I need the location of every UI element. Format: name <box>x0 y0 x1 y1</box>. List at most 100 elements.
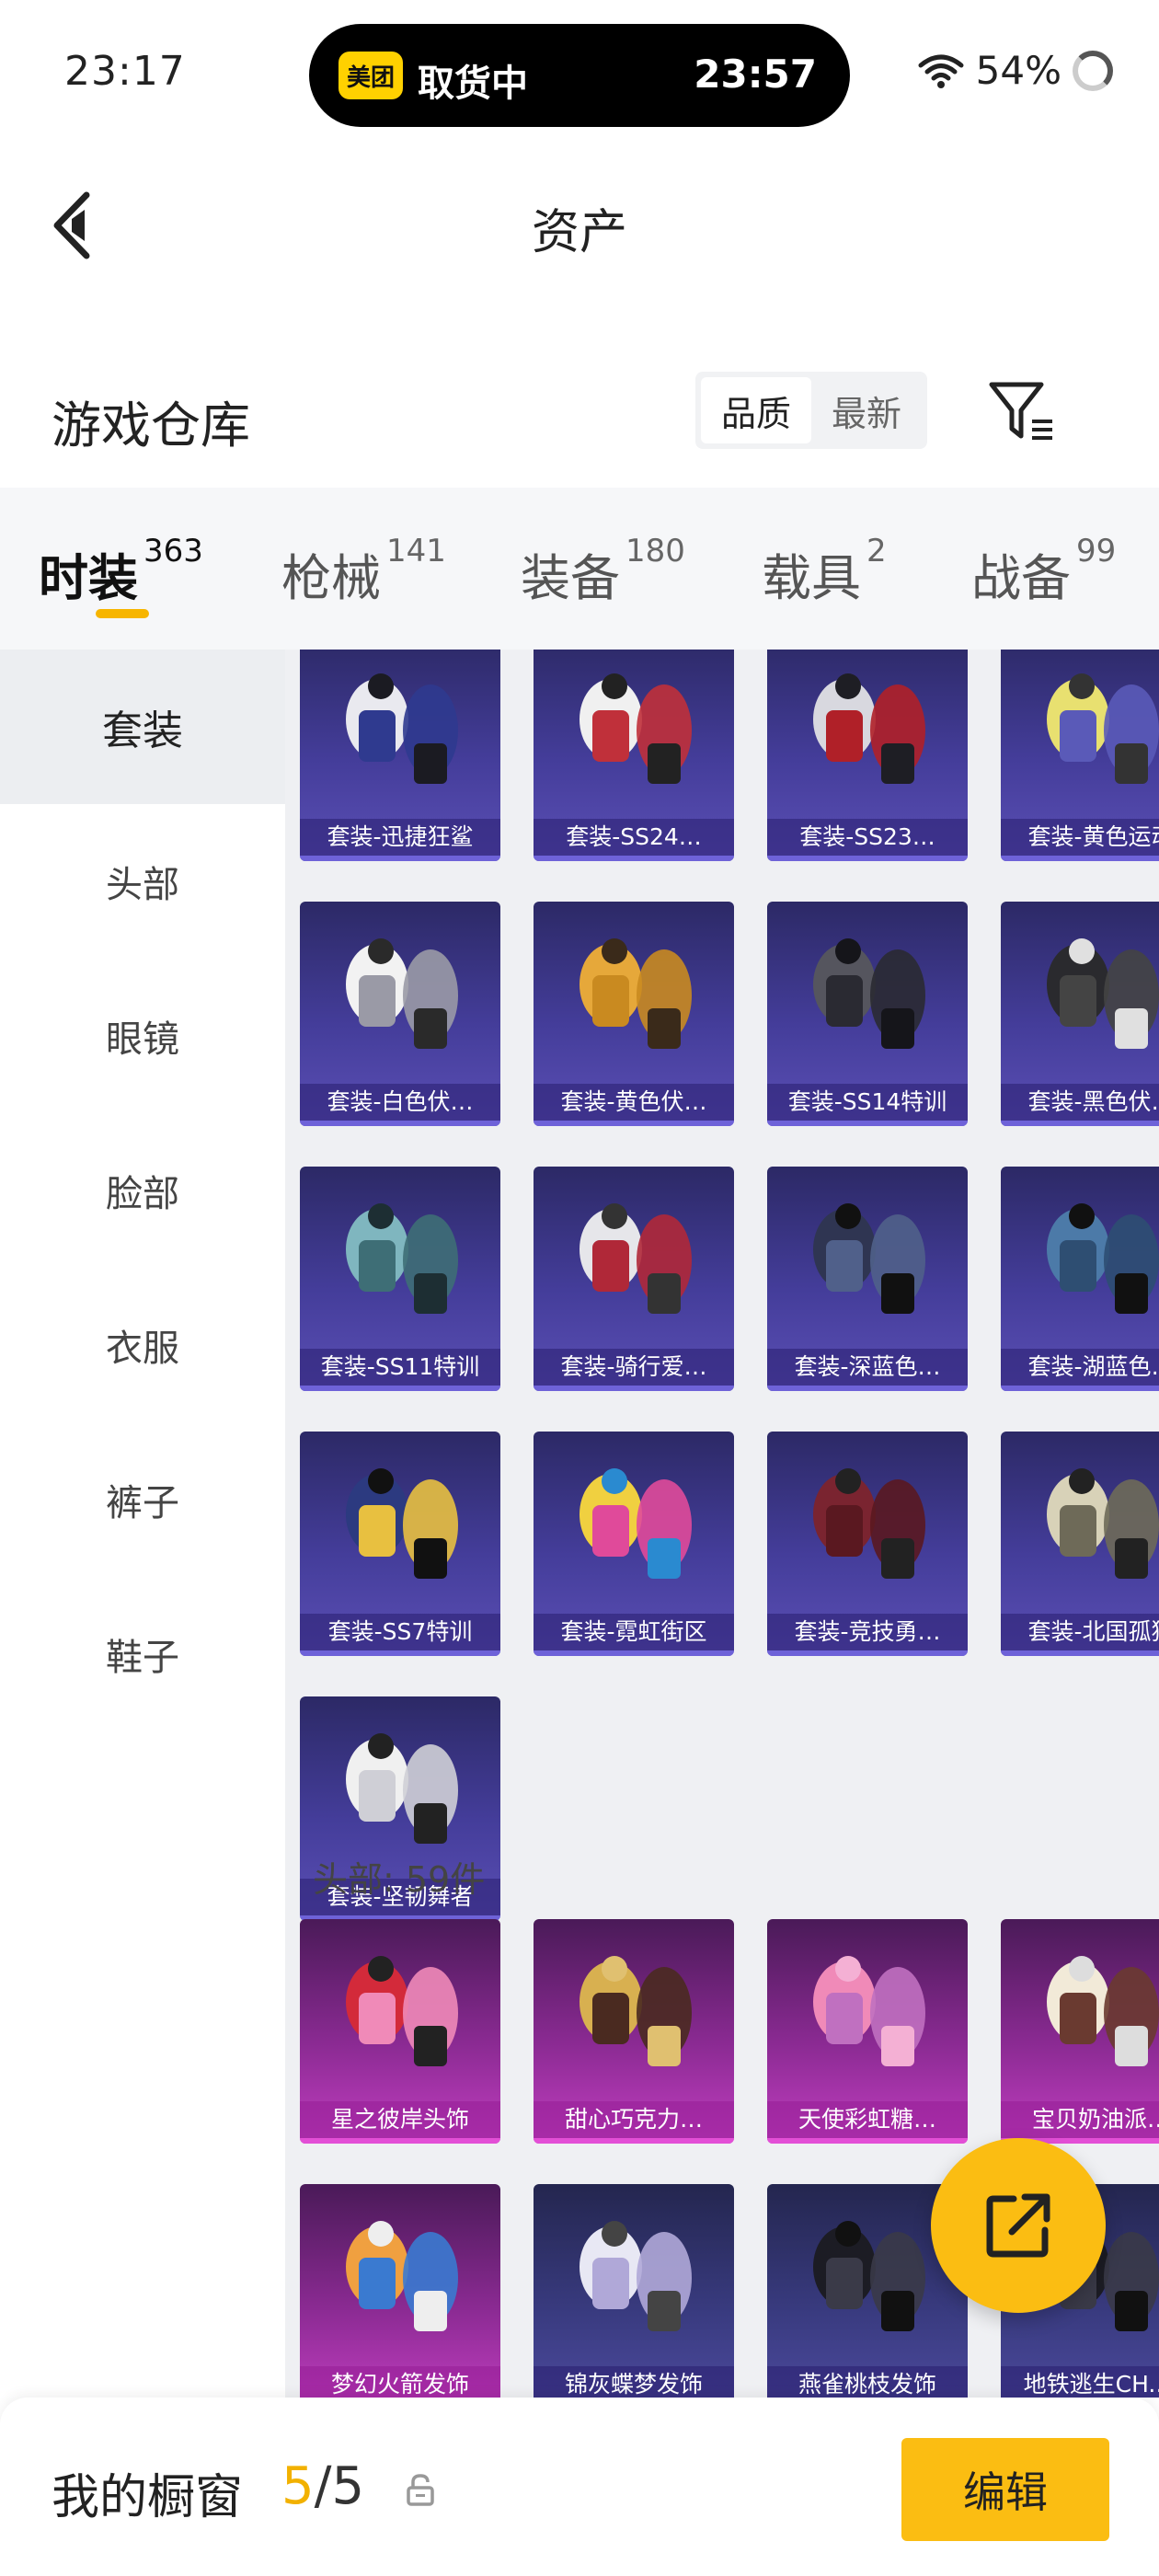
head-item-card-image <box>1023 1938 1159 2094</box>
suit-card-image <box>322 1450 478 1606</box>
suit-card-image <box>789 655 946 811</box>
head-item-card[interactable]: 星之彼岸头饰 <box>300 1919 500 2144</box>
rarity-stripe <box>767 1650 968 1656</box>
suit-card-image <box>789 920 946 1076</box>
sidebar-item-face[interactable]: 脸部 <box>0 1113 285 1268</box>
tab-label: 时装 <box>39 549 138 607</box>
share-external-icon <box>986 2193 1050 2258</box>
suit-card[interactable]: 套装-黄色伏… <box>534 902 734 1126</box>
sidebar-item-shoes[interactable]: 鞋子 <box>0 1577 285 1731</box>
sort-newest-option[interactable]: 最新 <box>811 377 922 443</box>
sidebar-item-suits[interactable]: 套装 <box>0 650 285 804</box>
tab-label: 战备 <box>971 549 1071 607</box>
suit-card[interactable]: 套装-深蓝色… <box>767 1167 968 1391</box>
suit-card[interactable]: 套装-SS11特训 <box>300 1167 500 1391</box>
item-grid: 套装-迅捷狂鲨套装-SS24… 套装-SS23… 套装-黄色运动套装-白色伏… 套装-… <box>285 650 1159 2398</box>
head-item-card-label: 地铁逃生CH.… <box>1001 2366 1159 2398</box>
rarity-stripe <box>534 856 734 861</box>
tab-equipment[interactable]: 装备 180 <box>521 533 685 610</box>
showcase-total: 5 <box>331 2456 365 2516</box>
filter-icon[interactable] <box>988 379 1056 443</box>
suit-card-image <box>789 1450 946 1606</box>
showcase-separator: / <box>314 2456 332 2516</box>
suit-card[interactable]: 套装-SS23… <box>767 650 968 861</box>
rarity-stripe <box>534 2138 734 2144</box>
head-item-card[interactable]: 天使彩虹糖… <box>767 1919 968 2144</box>
status-bar: 23:17 美团 取货中 23:57 54% <box>0 0 1159 138</box>
suit-card[interactable]: 套装-SS14特训 <box>767 902 968 1126</box>
suit-card-label: 套装-湖蓝色… <box>1001 1349 1159 1386</box>
rarity-stripe <box>767 1386 968 1391</box>
suit-card-label: 套装-SS14特训 <box>767 1084 968 1121</box>
suit-card[interactable]: 套装-迅捷狂鲨 <box>300 650 500 861</box>
suit-card[interactable]: 套装-SS7特训 <box>300 1432 500 1656</box>
active-tab-indicator <box>96 609 149 618</box>
sidebar-item-pants[interactable]: 裤子 <box>0 1422 285 1577</box>
sidebar-item-clothes[interactable]: 衣服 <box>0 1268 285 1422</box>
rarity-stripe <box>300 2138 500 2144</box>
edit-button[interactable]: 编辑 <box>901 2438 1109 2541</box>
head-item-card-label: 锦灰蝶梦发饰 <box>534 2366 734 2398</box>
dynamic-island[interactable]: 美团 取货中 23:57 <box>309 24 850 127</box>
suit-card[interactable]: 套装-骑行爱… <box>534 1167 734 1391</box>
suit-card-image <box>322 1185 478 1341</box>
tab-label: 枪械 <box>281 549 381 607</box>
share-fab[interactable] <box>931 2138 1106 2313</box>
suit-card[interactable]: 套装-SS24… <box>534 650 734 861</box>
suit-card-label: 套装-骑行爱… <box>534 1349 734 1386</box>
head-item-card[interactable]: 锦灰蝶梦发饰 <box>534 2184 734 2398</box>
tab-fashion[interactable]: 时装 363 <box>39 533 203 610</box>
head-item-card-label: 甜心巧克力… <box>534 2101 734 2138</box>
suit-card-label: 套装-霓虹街区 <box>534 1614 734 1650</box>
island-time: 23:57 <box>694 52 817 97</box>
head-item-card-image <box>556 1938 712 2094</box>
rarity-stripe <box>300 1386 500 1391</box>
rarity-stripe <box>767 1121 968 1126</box>
suit-card-label: 套装-北国孤狼 <box>1001 1614 1159 1650</box>
suit-card-image <box>322 1715 478 1871</box>
suit-card[interactable]: 套装-白色伏… <box>300 902 500 1126</box>
head-item-card-label: 宝贝奶油派… <box>1001 2101 1159 2138</box>
suit-card[interactable]: 套装-黄色运动 <box>1001 650 1159 861</box>
sidebar-item-head[interactable]: 头部 <box>0 804 285 959</box>
sort-toggle[interactable]: 品质 最新 <box>695 372 927 449</box>
suit-card[interactable]: 套装-北国孤狼 <box>1001 1432 1159 1656</box>
suit-card-label: 套装-黄色伏… <box>534 1084 734 1121</box>
sidebar-item-glasses[interactable]: 眼镜 <box>0 959 285 1113</box>
rarity-stripe <box>300 1650 500 1656</box>
rarity-stripe <box>1001 856 1159 861</box>
status-time: 23:17 <box>64 48 186 95</box>
suit-card-label: 套装-黑色伏… <box>1001 1084 1159 1121</box>
suit-card[interactable]: 套装-黑色伏… <box>1001 902 1159 1126</box>
rarity-stripe <box>300 1121 500 1126</box>
tab-vehicles[interactable]: 载具 2 <box>762 533 887 610</box>
page-title: 资产 <box>531 205 627 260</box>
sort-quality-option[interactable]: 品质 <box>701 377 811 443</box>
head-item-card[interactable]: 宝贝奶油派… <box>1001 1919 1159 2144</box>
suit-card-image <box>1023 920 1159 1076</box>
rarity-stripe <box>1001 1121 1159 1126</box>
showcase-count: 5/5 <box>281 2456 364 2516</box>
suit-card-label: 套装-深蓝色… <box>767 1349 968 1386</box>
wifi-icon <box>918 54 964 88</box>
tab-count: 99 <box>1076 533 1117 569</box>
tab-guns[interactable]: 枪械 141 <box>281 533 446 610</box>
lock-icon[interactable] <box>405 2473 436 2506</box>
suit-card-label: 套装-SS23… <box>767 819 968 856</box>
head-item-card-image <box>789 2202 946 2359</box>
rarity-stripe <box>1001 1386 1159 1391</box>
suit-card[interactable]: 套装-霓虹街区 <box>534 1432 734 1656</box>
head-item-card[interactable]: 甜心巧克力… <box>534 1919 734 2144</box>
suit-card-label: 套装-白色伏… <box>300 1084 500 1121</box>
head-item-card-image <box>556 2202 712 2359</box>
suit-card[interactable]: 套装-竞技勇… <box>767 1432 968 1656</box>
island-status-text: 取货中 <box>418 63 528 105</box>
suit-card-image <box>556 1450 712 1606</box>
head-item-card[interactable]: 梦幻火箭发饰 <box>300 2184 500 2398</box>
suit-card[interactable]: 套装-湖蓝色… <box>1001 1167 1159 1391</box>
tab-supplies[interactable]: 战备 99 <box>971 533 1116 610</box>
battery-ring-icon <box>1073 50 1113 91</box>
suit-card-label: 套装-SS11特训 <box>300 1349 500 1386</box>
head-item-card-label: 星之彼岸头饰 <box>300 2101 500 2138</box>
suit-card-label: 套装-竞技勇… <box>767 1614 968 1650</box>
